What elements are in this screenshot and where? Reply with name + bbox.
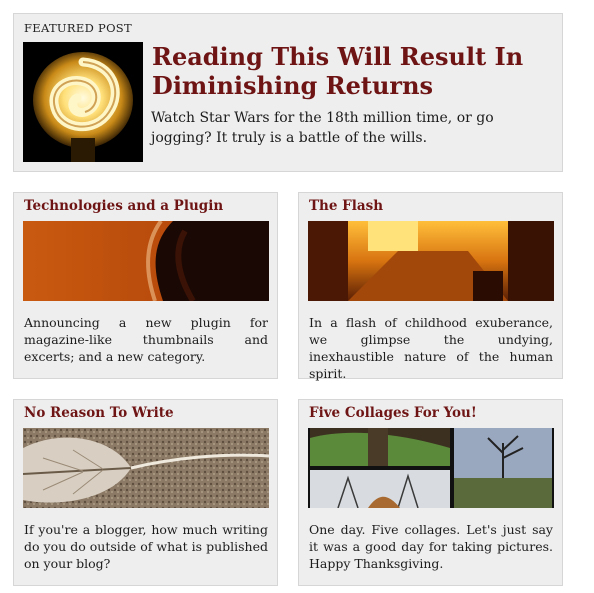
post-description: If you're a blogger, how much writing do…	[24, 522, 268, 571]
post-description: One day. Five collages. Let's just say i…	[309, 522, 553, 571]
featured-post-label: FEATURED POST	[24, 21, 132, 35]
post-image[interactable]	[308, 428, 554, 508]
post-card: No Reason To Write If you're a blogger, …	[13, 399, 278, 586]
post-card: The Flash In a flash of childhood exuber…	[298, 192, 563, 381]
post-card: Five Collages For You! One day. Five col…	[298, 399, 563, 586]
post-image[interactable]	[308, 221, 554, 301]
post-image[interactable]	[23, 221, 269, 301]
post-description: In a flash of childhood exuberance, we g…	[309, 315, 553, 381]
post-description: Announcing a new plugin for magazine-lik…	[24, 315, 268, 364]
post-image[interactable]	[23, 428, 269, 508]
post-card: Technologies and a Plugin Announcing a n…	[13, 192, 278, 379]
post-title[interactable]: Technologies and a Plugin	[24, 198, 223, 214]
post-title[interactable]: The Flash	[309, 198, 383, 214]
featured-post-image[interactable]	[23, 42, 143, 162]
post-title[interactable]: No Reason To Write	[24, 405, 174, 421]
featured-post-title[interactable]: Reading This Will Result In Diminishing …	[152, 42, 552, 100]
featured-post-panel: FEATURED POST Reading This Will Result I…	[13, 13, 563, 172]
featured-post-description: Watch Star Wars for the 18th million tim…	[151, 110, 494, 146]
post-title[interactable]: Five Collages For You!	[309, 405, 477, 421]
